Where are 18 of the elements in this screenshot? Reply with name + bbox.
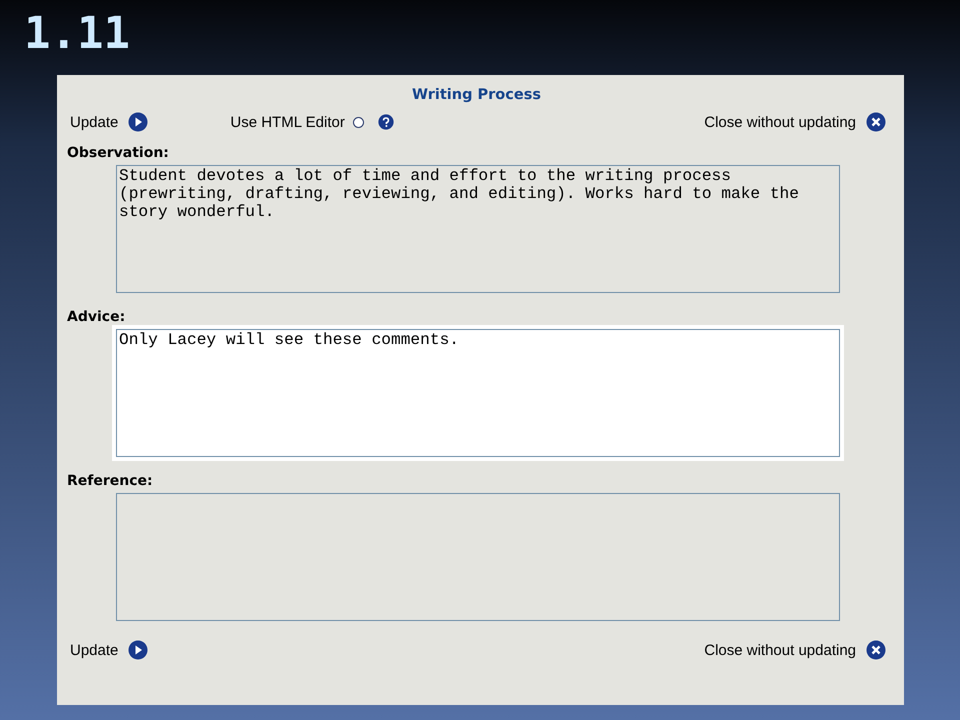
update-button[interactable]: Update: [67, 640, 148, 660]
play-icon: [128, 640, 148, 660]
close-button[interactable]: Close without updating: [701, 112, 886, 132]
html-editor-option[interactable]: Use HTML Editor: [230, 114, 364, 130]
radio-button[interactable]: [352, 116, 364, 128]
slide-title: 1.11: [24, 8, 130, 60]
field-label: Advice:: [67, 309, 126, 325]
close-icon: [866, 112, 886, 132]
close-button[interactable]: Close without updating: [701, 640, 886, 660]
play-icon: [128, 112, 148, 132]
update-button[interactable]: Update: [67, 112, 148, 132]
help-icon[interactable]: [378, 114, 394, 130]
field-label: Observation:: [67, 145, 169, 161]
text-area[interactable]: Student devotes a lot of time and effort to the writing process (prewriting, drafting, reviewing, and editing). Works hard to make the story wonderful.: [116, 165, 840, 293]
window-title: Writing Process: [412, 87, 541, 103]
field-label: Reference:: [67, 473, 153, 489]
close-icon: [866, 640, 886, 660]
text-area[interactable]: Only Lacey will see these comments.: [116, 329, 840, 457]
